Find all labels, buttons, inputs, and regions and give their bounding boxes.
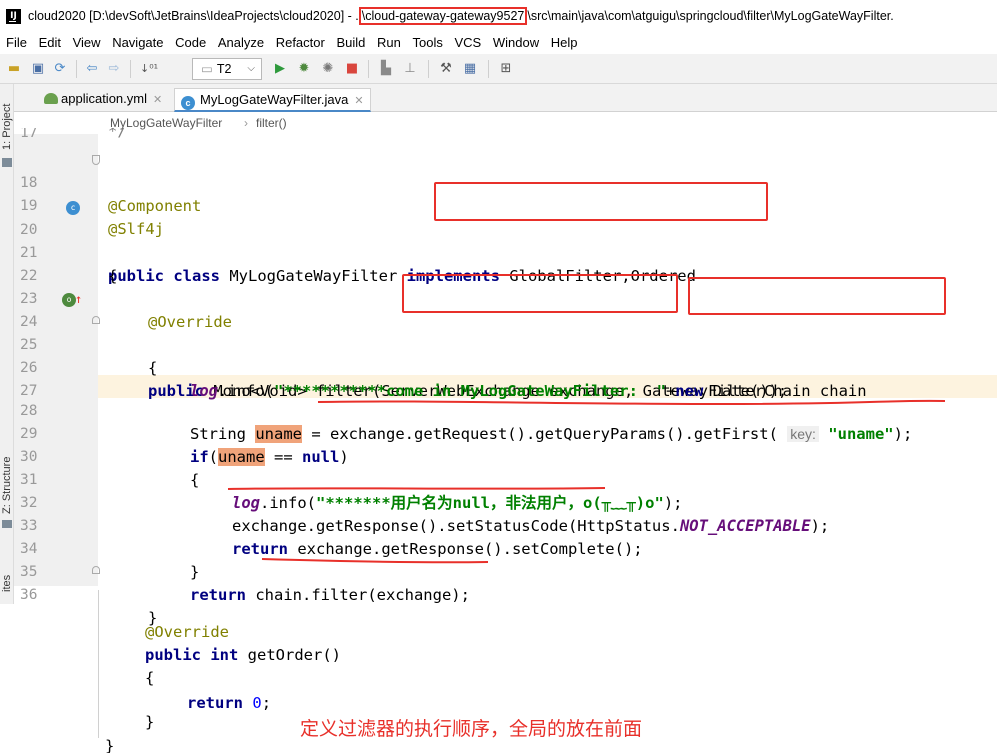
underline-getresponse [227,487,606,490]
underline-getrequest [317,399,946,406]
underline-chain-filter [261,558,489,564]
markup-underlines [227,399,946,564]
